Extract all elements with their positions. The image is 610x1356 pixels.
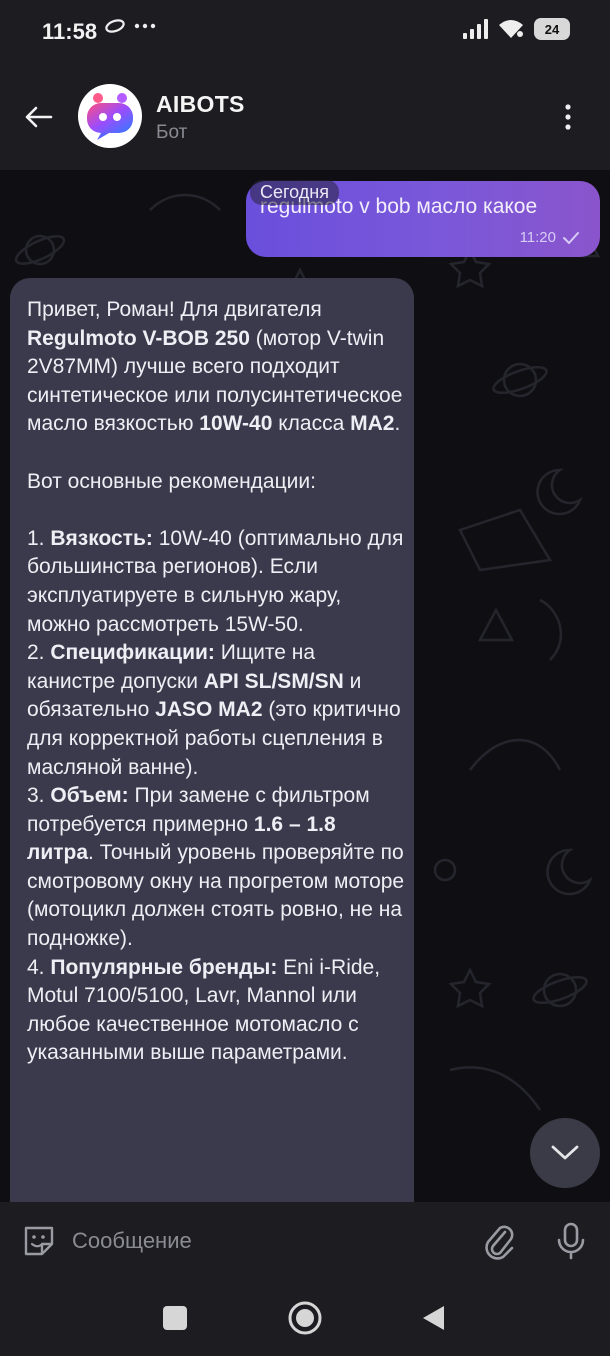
- recents-button[interactable]: [163, 1306, 187, 1330]
- bold-text: Объем:: [50, 784, 129, 808]
- chevron-down-icon: [551, 1145, 579, 1160]
- battery-indicator: 24: [534, 18, 570, 40]
- incoming-message-text: Привет, Роман! Для двигателя Regulmoto V…: [27, 296, 405, 1068]
- back-arrow-icon: [25, 106, 53, 128]
- signal-icon: [463, 19, 488, 39]
- status-left-icons: [104, 18, 156, 34]
- bold-text: JASO MA2: [155, 698, 263, 722]
- text-run: класса: [272, 412, 351, 436]
- text-run: 3.: [27, 784, 51, 808]
- message-paragraph: 3. Объем: При замене с фильтром потребуе…: [27, 782, 405, 954]
- message-paragraph: 1. Вязкость: 10W-40 (оптимально для боль…: [27, 525, 405, 639]
- date-separator: Сегодня: [250, 180, 339, 205]
- scroll-down-button[interactable]: [530, 1118, 600, 1188]
- back-button[interactable]: [18, 97, 58, 137]
- text-run: 2.: [27, 641, 51, 665]
- bold-text: API SL/SM/SN: [203, 669, 344, 693]
- text-run: .: [394, 412, 401, 436]
- status-right: 24: [462, 18, 570, 40]
- message-paragraph: 2. Спецификации: Ищите на канистре допус…: [27, 639, 405, 782]
- sticker-emoji-icon[interactable]: [20, 1222, 58, 1260]
- incoming-message[interactable]: Привет, Роман! Для двигателя Regulmoto V…: [10, 278, 414, 1202]
- status-bar: 11:58 24: [0, 0, 610, 64]
- chat-title[interactable]: AIBOTS: [156, 91, 245, 118]
- microphone-icon[interactable]: [550, 1220, 592, 1262]
- text-run: Привет, Роман! Для двигателя: [27, 298, 322, 321]
- more-vertical-icon: [565, 104, 571, 130]
- bold-text: Regulmoto V-BOB 250: [27, 326, 250, 350]
- message-paragraph: Вот основные рекомендации:: [27, 468, 405, 497]
- wifi-icon: [499, 20, 523, 38]
- notification-app-icon: [105, 19, 125, 33]
- bold-text: Популярные бренды:: [50, 955, 278, 979]
- sent-check-icon: [563, 231, 579, 244]
- bold-text: Спецификации:: [50, 641, 215, 665]
- bold-text: MA2: [350, 412, 395, 436]
- bot-avatar[interactable]: [78, 84, 142, 148]
- text-run: Вот основные рекомендации:: [27, 469, 316, 493]
- chat-area[interactable]: regulmoto v bob масло какое 11:20 Сегодн…: [0, 170, 610, 1202]
- text-run: 1.: [27, 526, 51, 550]
- system-nav-bar: [0, 1280, 610, 1356]
- message-input[interactable]: [72, 1226, 462, 1256]
- chat-subtitle: Бот: [156, 122, 188, 143]
- bot-logo-icon: [87, 93, 133, 140]
- attach-icon[interactable]: [478, 1220, 520, 1262]
- nav-back-button[interactable]: [420, 1304, 448, 1332]
- status-time: 11:58: [42, 19, 98, 44]
- more-notifications-icon: [134, 23, 156, 29]
- message-paragraph: 4. Популярные бренды: Eni i-Ride, Motul …: [27, 954, 405, 1068]
- more-menu-button[interactable]: [548, 97, 588, 137]
- bold-text: 10W-40: [199, 412, 273, 436]
- text-run: 4.: [27, 955, 51, 979]
- bold-text: Вязкость:: [50, 526, 153, 550]
- message-time: 11:20: [519, 229, 556, 246]
- outgoing-message-meta: 11:20: [520, 229, 580, 246]
- home-button[interactable]: [287, 1300, 323, 1336]
- message-paragraph: Привет, Роман! Для двигателя Regulmoto V…: [27, 296, 405, 439]
- message-composer: [0, 1202, 610, 1280]
- chat-header: AIBOTS Бот: [0, 64, 610, 170]
